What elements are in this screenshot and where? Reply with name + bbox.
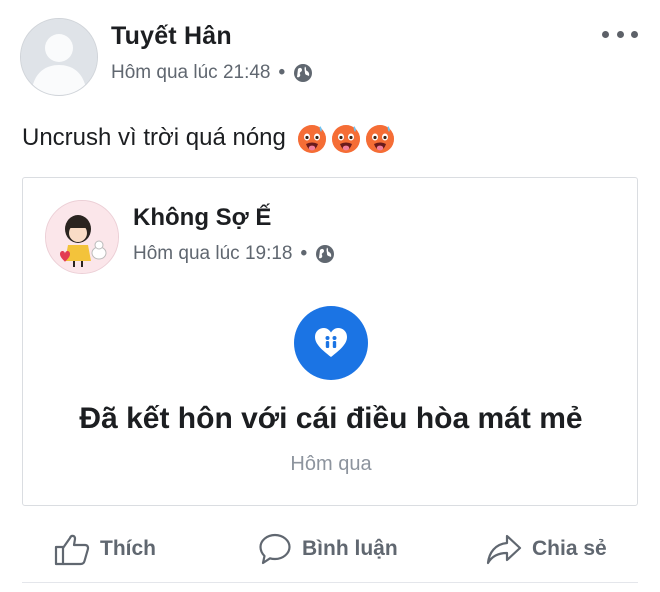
- like-button[interactable]: Thích: [54, 532, 156, 566]
- shared-author-name[interactable]: Không Sợ Ế: [133, 204, 271, 232]
- avatar[interactable]: [20, 18, 98, 96]
- dot-icon: [602, 30, 609, 38]
- globe-icon[interactable]: [293, 63, 313, 83]
- comment-button[interactable]: Bình luận: [258, 532, 398, 566]
- life-event-icon: [294, 306, 368, 380]
- post-meta: Hôm qua lúc 21:48 •: [111, 62, 313, 84]
- hot-face-emoji-icon: [365, 125, 394, 153]
- share-arrow-icon: [486, 534, 522, 565]
- life-event-title: Đã kết hôn với cái điều hòa mát mẻ: [79, 402, 583, 435]
- author-name[interactable]: Tuyết Hân: [111, 22, 232, 51]
- default-avatar-icon: [21, 19, 97, 95]
- post-text: Uncrush vì trời quá nóng: [22, 122, 398, 154]
- like-label: Thích: [100, 537, 156, 560]
- more-options-button[interactable]: [602, 24, 638, 44]
- shared-post-card[interactable]: Không Sợ Ế Hôm qua lúc 19:18 • Đã kết hô…: [22, 177, 638, 506]
- shared-avatar[interactable]: [45, 200, 119, 274]
- emoji-group: [296, 122, 398, 154]
- dot-icon: [616, 30, 624, 38]
- globe-icon[interactable]: [315, 244, 335, 264]
- hot-face-emoji-icon: [297, 125, 326, 153]
- shared-timestamp[interactable]: Hôm qua lúc 19:18: [133, 243, 293, 265]
- share-button[interactable]: Chia sẻ: [486, 532, 607, 566]
- post-timestamp[interactable]: Hôm qua lúc 21:48: [111, 62, 271, 84]
- meta-separator: •: [278, 62, 286, 83]
- status-text: Uncrush vì trời quá nóng: [22, 124, 286, 151]
- meta-separator: •: [300, 243, 308, 264]
- divider: [22, 582, 638, 583]
- action-bar: Thích Bình luận Chia sẻ: [0, 520, 660, 576]
- cartoon-girl-avatar-icon: [46, 201, 118, 273]
- thumbs-up-icon: [54, 534, 90, 566]
- dot-icon: [631, 30, 638, 38]
- hot-face-emoji-icon: [331, 125, 360, 153]
- post-header: Tuyết Hân Hôm qua lúc 21:48 •: [0, 0, 660, 110]
- heart-icon: [315, 328, 347, 357]
- life-event-date: Hôm qua: [290, 453, 372, 475]
- share-label: Chia sẻ: [532, 537, 607, 560]
- comment-label: Bình luận: [302, 537, 398, 560]
- shared-meta: Hôm qua lúc 19:18 •: [133, 243, 335, 265]
- comment-icon: [259, 533, 291, 565]
